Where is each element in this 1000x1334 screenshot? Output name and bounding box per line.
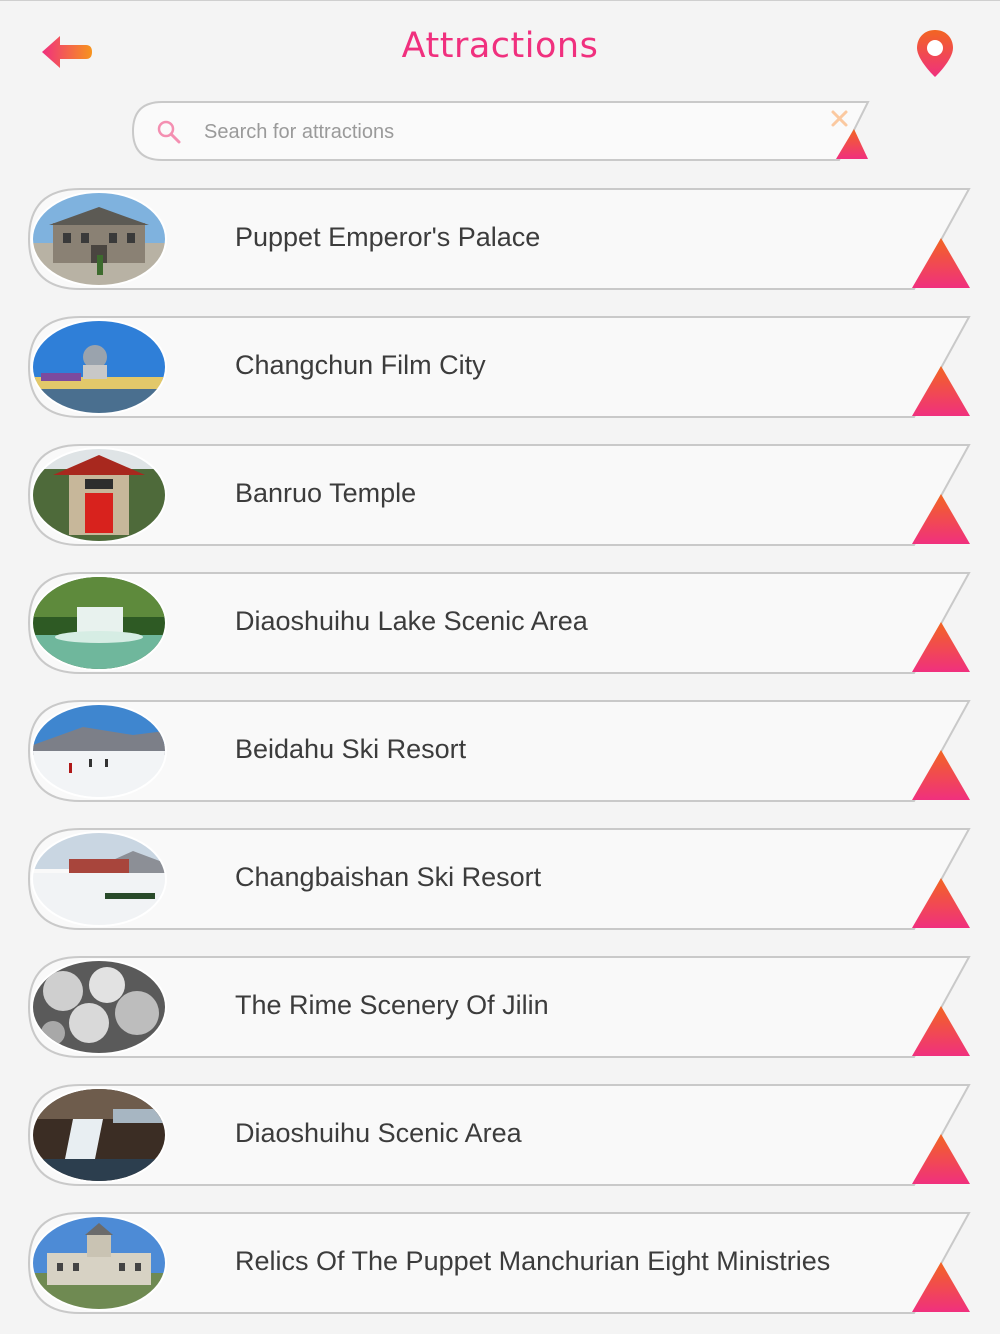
attraction-thumbnail xyxy=(33,321,165,413)
attraction-thumbnail xyxy=(33,577,165,669)
search-icon xyxy=(157,120,181,144)
search-corner-accent xyxy=(836,129,868,159)
row-corner-accent xyxy=(912,1006,970,1056)
attraction-name: Beidahu Ski Resort xyxy=(235,734,467,764)
search-bar xyxy=(132,101,872,161)
attraction-name: Diaoshuihu Lake Scenic Area xyxy=(235,606,588,636)
row-corner-accent xyxy=(912,366,970,416)
attraction-name: Changchun Film City xyxy=(235,350,486,380)
attraction-thumbnail xyxy=(33,1217,165,1309)
row-corner-accent xyxy=(912,1134,970,1184)
row-corner-accent xyxy=(912,1262,970,1312)
clear-search-icon[interactable] xyxy=(830,109,850,129)
list-item[interactable]: Puppet Emperor's Palace xyxy=(28,188,973,292)
attraction-thumbnail xyxy=(33,961,165,1053)
list-item[interactable]: Diaoshuihu Scenic Area xyxy=(28,1084,973,1188)
row-corner-accent xyxy=(912,238,970,288)
attraction-name: Banruo Temple xyxy=(235,478,417,508)
attraction-name: Puppet Emperor's Palace xyxy=(235,222,541,252)
list-item[interactable]: Banruo Temple xyxy=(28,444,973,548)
list-item[interactable]: Diaoshuihu Lake Scenic Area xyxy=(28,572,973,676)
row-corner-accent xyxy=(912,494,970,544)
attraction-thumbnail xyxy=(33,833,165,925)
attraction-name: The Rime Scenery Of Jilin xyxy=(235,990,549,1020)
attraction-name: Relics Of The Puppet Manchurian Eight Mi… xyxy=(235,1246,831,1276)
list-item[interactable]: Changchun Film City xyxy=(28,316,973,420)
top-divider xyxy=(0,0,1000,1)
list-item[interactable]: The Rime Scenery Of Jilin xyxy=(28,956,973,1060)
search-input[interactable] xyxy=(202,113,826,151)
row-corner-accent xyxy=(912,622,970,672)
map-pin-icon xyxy=(917,30,953,77)
attraction-thumbnail xyxy=(33,705,165,797)
attraction-thumbnail xyxy=(33,1089,165,1181)
list-item[interactable]: Beidahu Ski Resort xyxy=(28,700,973,804)
page-title: Attractions xyxy=(401,26,599,66)
attraction-name: Changbaishan Ski Resort xyxy=(235,862,542,892)
row-corner-accent xyxy=(912,878,970,928)
list-item[interactable]: Relics Of The Puppet Manchurian Eight Mi… xyxy=(28,1212,973,1316)
row-corner-accent xyxy=(912,750,970,800)
list-item[interactable]: Changbaishan Ski Resort xyxy=(28,828,973,932)
attraction-thumbnail xyxy=(33,449,165,541)
attraction-name: Diaoshuihu Scenic Area xyxy=(235,1118,522,1148)
attraction-thumbnail xyxy=(33,193,165,285)
location-button[interactable] xyxy=(912,28,958,80)
